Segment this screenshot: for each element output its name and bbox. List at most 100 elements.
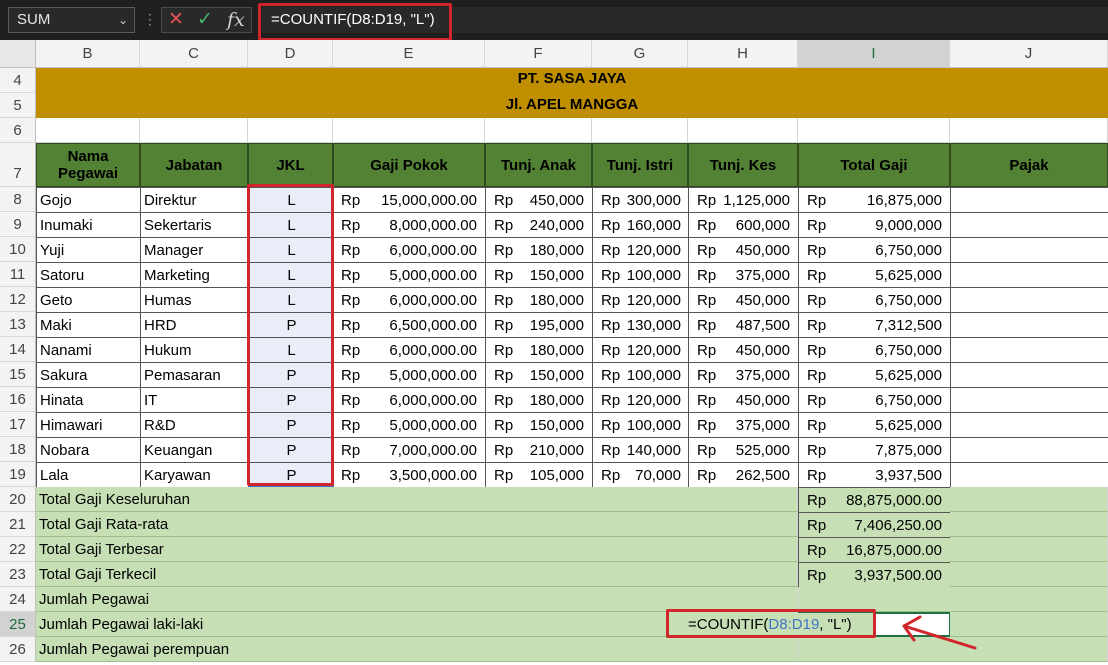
cell-f-18[interactable]: Rp 210,000 <box>485 437 593 463</box>
column-header-c[interactable]: C <box>140 40 248 67</box>
cell-row6[interactable] <box>248 118 333 143</box>
cell-g-17[interactable]: Rp 100,000 <box>592 412 689 438</box>
cell-i-15[interactable]: Rp 5,625,000 <box>798 362 951 388</box>
cell-h-10[interactable]: Rp 450,000 <box>688 237 799 263</box>
header-jkl[interactable]: JKL <box>248 143 333 187</box>
cancel-icon[interactable]: ✕ <box>168 10 184 30</box>
cell-g-9[interactable]: Rp 160,000 <box>592 212 689 238</box>
cell-e-17[interactable]: Rp 5,000,000.00 <box>333 412 486 438</box>
row-header-20[interactable]: 20 <box>0 487 36 512</box>
header-gaji-pokok[interactable]: Gaji Pokok <box>333 143 485 187</box>
cell-e-9[interactable]: Rp 8,000,000.00 <box>333 212 486 238</box>
name-box[interactable]: SUM ⌄ <box>8 7 135 33</box>
row-header-8[interactable]: 8 <box>0 187 36 212</box>
cell-h-8[interactable]: Rp 1,125,000 <box>688 187 799 213</box>
summary-pajak-24[interactable] <box>950 587 1108 612</box>
summary-value-21[interactable]: Rp 7,406,250.00 <box>798 512 951 538</box>
cell-c-9[interactable]: Sekertaris <box>140 212 249 238</box>
cell-h-18[interactable]: Rp 525,000 <box>688 437 799 463</box>
row-header-24[interactable]: 24 <box>0 587 36 612</box>
cell-e-8[interactable]: Rp 15,000,000.00 <box>333 187 486 213</box>
row-header-4[interactable]: 4 <box>0 68 36 93</box>
cell-c-12[interactable]: Humas <box>140 287 249 313</box>
column-header-e[interactable]: E <box>333 40 485 67</box>
cell-c-13[interactable]: HRD <box>140 312 249 338</box>
summary-pajak-23[interactable] <box>950 562 1108 587</box>
row-header-22[interactable]: 22 <box>0 537 36 562</box>
cell-row6[interactable] <box>36 118 140 143</box>
cell-b-16[interactable]: Hinata <box>36 387 141 413</box>
cell-h-14[interactable]: Rp 450,000 <box>688 337 799 363</box>
cell-c-10[interactable]: Manager <box>140 237 249 263</box>
row-header-15[interactable]: 15 <box>0 362 36 387</box>
cell-j-19[interactable] <box>950 462 1108 488</box>
summary-label-26[interactable]: Jumlah Pegawai perempuan <box>36 637 798 662</box>
cell-e-10[interactable]: Rp 6,000,000.00 <box>333 237 486 263</box>
column-header-h[interactable]: H <box>688 40 798 67</box>
summary-pajak-21[interactable] <box>950 512 1108 537</box>
header-tunj-istri[interactable]: Tunj. Istri <box>592 143 688 187</box>
column-header-f[interactable]: F <box>485 40 592 67</box>
row-header-5[interactable]: 5 <box>0 93 36 118</box>
row-header-9[interactable]: 9 <box>0 212 36 237</box>
cell-e-14[interactable]: Rp 6,000,000.00 <box>333 337 486 363</box>
cell-i-10[interactable]: Rp 6,750,000 <box>798 237 951 263</box>
row-header-12[interactable]: 12 <box>0 287 36 312</box>
cell-g-16[interactable]: Rp 120,000 <box>592 387 689 413</box>
cell-row6[interactable] <box>592 118 688 143</box>
cell-h-12[interactable]: Rp 450,000 <box>688 287 799 313</box>
cell-j-11[interactable] <box>950 262 1108 288</box>
cell-f-11[interactable]: Rp 150,000 <box>485 262 593 288</box>
row-header-10[interactable]: 10 <box>0 237 36 262</box>
summary-value-26[interactable] <box>798 637 951 662</box>
cell-e-15[interactable]: Rp 5,000,000.00 <box>333 362 486 388</box>
cell-j-14[interactable] <box>950 337 1108 363</box>
cell-f-14[interactable]: Rp 180,000 <box>485 337 593 363</box>
summary-label-21[interactable]: Total Gaji Rata-rata <box>36 512 798 537</box>
summary-label-23[interactable]: Total Gaji Terkecil <box>36 562 798 587</box>
cell-row6[interactable] <box>688 118 798 143</box>
cell-j-15[interactable] <box>950 362 1108 388</box>
cell-c-19[interactable]: Karyawan <box>140 462 249 488</box>
cell-i-8[interactable]: Rp 16,875,000 <box>798 187 951 213</box>
cell-j-9[interactable] <box>950 212 1108 238</box>
row-header-18[interactable]: 18 <box>0 437 36 462</box>
cell-i-11[interactable]: Rp 5,625,000 <box>798 262 951 288</box>
cell-i-14[interactable]: Rp 6,750,000 <box>798 337 951 363</box>
column-header-j[interactable]: J <box>950 40 1108 67</box>
header-nama[interactable]: Nama Pegawai <box>36 143 140 187</box>
cell-i-18[interactable]: Rp 7,875,000 <box>798 437 951 463</box>
cell-i-17[interactable]: Rp 5,625,000 <box>798 412 951 438</box>
cell-i-13[interactable]: Rp 7,312,500 <box>798 312 951 338</box>
cell-g-8[interactable]: Rp 300,000 <box>592 187 689 213</box>
column-header-g[interactable]: G <box>592 40 688 67</box>
cell-f-19[interactable]: Rp 105,000 <box>485 462 593 488</box>
cell-h-13[interactable]: Rp 487,500 <box>688 312 799 338</box>
chevron-down-icon[interactable]: ⌄ <box>118 8 128 32</box>
cell-j-10[interactable] <box>950 237 1108 263</box>
summary-pajak-25[interactable] <box>950 612 1108 637</box>
cell-b-12[interactable]: Geto <box>36 287 141 313</box>
header-tunj-anak[interactable]: Tunj. Anak <box>485 143 592 187</box>
row-header-23[interactable]: 23 <box>0 562 36 587</box>
cell-j-8[interactable] <box>950 187 1108 213</box>
cell-j-17[interactable] <box>950 412 1108 438</box>
cell-row6[interactable] <box>333 118 485 143</box>
row-header-13[interactable]: 13 <box>0 312 36 337</box>
cell-h-9[interactable]: Rp 600,000 <box>688 212 799 238</box>
summary-value-20[interactable]: Rp 88,875,000.00 <box>798 487 951 513</box>
header-total-gaji[interactable]: Total Gaji <box>798 143 950 187</box>
cell-f-8[interactable]: Rp 450,000 <box>485 187 593 213</box>
cell-g-10[interactable]: Rp 120,000 <box>592 237 689 263</box>
cell-row6[interactable] <box>140 118 248 143</box>
summary-pajak-22[interactable] <box>950 537 1108 562</box>
insert-function-icon[interactable]: fx <box>227 10 245 30</box>
cell-b-13[interactable]: Maki <box>36 312 141 338</box>
column-header-d[interactable]: D <box>248 40 333 67</box>
summary-pajak-20[interactable] <box>950 487 1108 512</box>
cell-row6[interactable] <box>485 118 592 143</box>
cell-e-11[interactable]: Rp 5,000,000.00 <box>333 262 486 288</box>
cell-f-15[interactable]: Rp 150,000 <box>485 362 593 388</box>
cell-row6[interactable] <box>950 118 1108 143</box>
header-tunj-kes[interactable]: Tunj. Kes <box>688 143 798 187</box>
